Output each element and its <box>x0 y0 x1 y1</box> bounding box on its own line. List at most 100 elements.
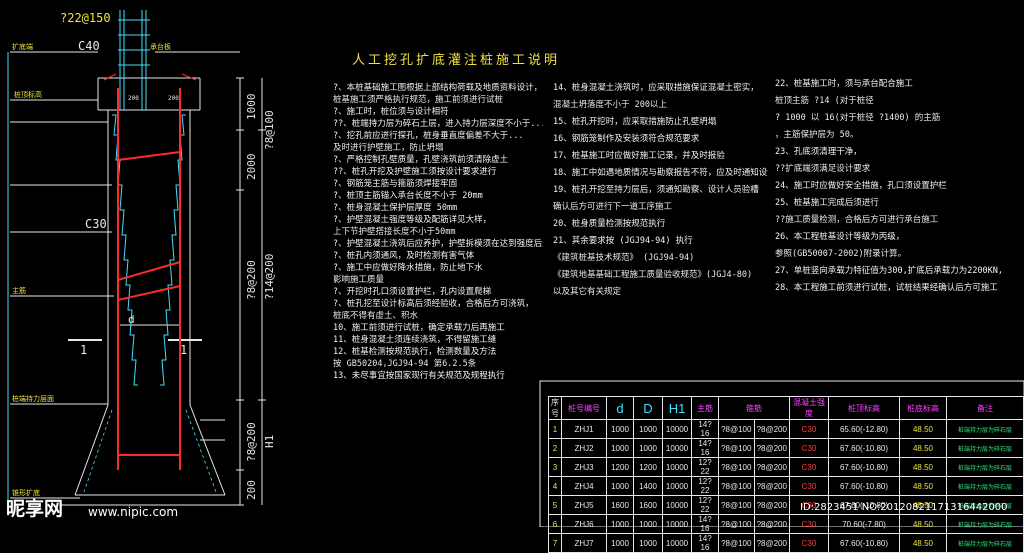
table-cell: ?8@200 <box>753 457 790 477</box>
table-cell: ?8@100 <box>718 438 755 458</box>
table-cell: 1000 <box>633 419 663 439</box>
table-cell: ?8@200 <box>753 476 790 496</box>
table-cell: 65.60(-12.80) <box>828 419 900 439</box>
table-cell: ?8@200 <box>753 495 790 515</box>
note-line: ?、本桩基础施工图根据上部结构荷载及地质资料设计， <box>333 83 543 93</box>
note-line: 以及其它有关规定 <box>553 287 622 297</box>
table-cell: 7 <box>548 533 562 553</box>
note-line: 桩底不得有虚土、积水 <box>333 311 419 321</box>
table-cell: 10000 <box>662 419 692 439</box>
col-D: D <box>633 396 663 420</box>
rebar-main-spec: ?14@200 <box>263 253 276 300</box>
note-line: 21、其余要求按 (JGJ94-94) 执行 <box>553 236 693 246</box>
table-cell: 1000 <box>633 438 663 458</box>
note-line: 《建筑桩基技术规范》 (JGJ94-94) <box>553 253 695 263</box>
notes-column-2: 14、桩身混凝土浇筑时，应采取措施保证混凝土密实， 混凝土坍落度不小于 200以… <box>553 80 768 301</box>
note-line: 13、未尽事宜按国家现行有关规范及规程执行 <box>333 371 505 381</box>
table-row: 4 ZHJ4 1000 1400 10000 12?22 ?8@100 ?8@200 C30 67… <box>548 476 1024 496</box>
note-line: ?、钢筋笼主筋与箍筋须焊接牢固 <box>333 179 458 189</box>
table-cell: ?8@200 <box>753 419 790 439</box>
table-cell: 1 <box>548 419 562 439</box>
table-cell: 6 <box>548 514 562 534</box>
table-row: 7 ZHJ7 1000 1000 10000 14?16 ?8@100 ?8@200 C30 67… <box>548 533 1024 553</box>
table-cell: C30 <box>789 514 829 534</box>
table-cell: 2 <box>548 438 562 458</box>
note-line: 25、桩基施工完成后须进行 <box>775 198 879 208</box>
col-concrete: 混凝土强度 <box>789 396 829 420</box>
note-line: 上下节护壁搭接长度不小于50mm <box>333 227 456 237</box>
table-cell: 5 <box>548 495 562 515</box>
note-line: 24、施工时应做好安全措施，孔口须设置护栏 <box>775 181 947 191</box>
note-line: 18、施工中如遇地质情况与勘察报告不符，应及时通知设计 <box>553 168 768 178</box>
col-stirrup: 箍筋 <box>718 396 790 420</box>
note-line: ??施工质量检测，合格后方可进行承台施工 <box>775 215 939 225</box>
bell-label: 锥形扩底 <box>12 489 40 497</box>
table-cell: ?8@100 <box>718 476 755 496</box>
note-line: ?、施工时，桩位须与设计相符 <box>333 107 449 117</box>
table-cell: 10000 <box>662 457 692 477</box>
table-cell: 桩端持力层为碎石层 <box>946 438 1024 458</box>
pile-top-label: 桩顶标高 <box>14 91 42 99</box>
table-cell: 1200 <box>633 457 663 477</box>
note-line: 19、桩孔开挖至持力层后，须通知勘察、设计人员验槽 <box>553 185 759 195</box>
cap-dim-200-left: 200 <box>128 95 139 102</box>
table-cell: ?8@100 <box>718 457 755 477</box>
note-line: 23、孔底须清理干净， <box>775 147 862 157</box>
table-row: 1 ZHJ1 1000 1000 10000 14?16 ?8@100 ?8@200 C30 65… <box>548 419 1024 439</box>
note-line: ??扩底端须满足设计要求 <box>775 164 871 174</box>
table-cell: C30 <box>789 476 829 496</box>
note-line: 16、钢筋笼制作及安装须符合规范要求 <box>553 134 700 144</box>
table-cell: 1000 <box>606 419 634 439</box>
table-cell: 桩端持力层为碎石层 <box>946 533 1024 553</box>
note-line: ?、挖孔前应进行探孔，桩身垂直度偏差不大于... <box>333 131 524 141</box>
pile-schedule-table: 序号 桩号编号 d D H1 主筋 箍筋 混凝土强度 桩顶标高 桩底标高 备注 … <box>548 396 1024 553</box>
table-cell: ?8@100 <box>718 514 755 534</box>
h1-label: H1 <box>263 434 276 448</box>
table-cell: 10000 <box>662 514 692 534</box>
table-cell: 10000 <box>662 495 692 515</box>
table-cell: 10000 <box>662 476 692 496</box>
watermark-url: www.nipic.com <box>88 505 179 519</box>
table-cell: C30 <box>789 533 829 553</box>
note-line: 27、单桩竖向承载力特征值为300,扩底后承载力为2200KN, <box>775 266 1004 276</box>
concrete-c30-label: C30 <box>85 217 107 231</box>
note-line: 10、施工前须进行试桩，确定承载力后再施工 <box>333 323 505 333</box>
note-line: ??、桩端持力层为碎石土层，进入持力层深度不小于... <box>333 119 543 129</box>
watermark-id: ID:2823451 NO:20120821171316442000 <box>800 502 1008 513</box>
main-rebar-label: 主筋 <box>12 287 26 295</box>
table-cell: 桩端持力层为碎石层 <box>946 514 1024 534</box>
note-line: 桩顶主筋 ?14 (对于桩径 <box>775 96 874 106</box>
note-line: 22、桩基施工时，须与承台配合施工 <box>775 79 913 89</box>
table-cell: 1200 <box>606 457 634 477</box>
table-cell: ?8@100 <box>718 495 755 515</box>
notes-column-1: ?、本桩基础施工图根据上部结构荷载及地质资料设计， 桩基施工须严格执行规范，施工… <box>333 82 543 382</box>
note-line: 14、桩身混凝土浇筑时，应采取措施保证混凝土密实， <box>553 83 759 93</box>
table-cell: 3 <box>548 457 562 477</box>
table-cell: 14?16 <box>691 419 719 439</box>
table-cell: ?8@200 <box>753 533 790 553</box>
table-cell: ?8@200 <box>753 514 790 534</box>
note-line: 桩基施工须严格执行规范，施工前须进行试桩 <box>333 95 504 105</box>
note-line: 20、桩身质量检测按规范执行 <box>553 219 666 229</box>
table-body: 1 ZHJ1 1000 1000 10000 14?16 ?8@100 ?8@200 C30 65… <box>548 419 1024 553</box>
note-line: 混凝土坍落度不小于 200以上 <box>553 100 667 110</box>
note-line: ?、开挖时孔口须设置护栏，孔内设置爬梯 <box>333 287 492 297</box>
table-header-row: 序号 桩号编号 d D H1 主筋 箍筋 混凝土强度 桩顶标高 桩底标高 备注 <box>548 396 1024 420</box>
table-cell: 48.50 <box>899 438 947 458</box>
table-cell: 1000 <box>606 476 634 496</box>
table-cell: 48.50 <box>899 514 947 534</box>
table-cell: 48.50 <box>899 476 947 496</box>
col-h1: H1 <box>662 396 692 420</box>
bearing-layer-label: 桩端持力层面 <box>12 395 54 403</box>
col-id: 桩号编号 <box>561 396 607 420</box>
table-cell: 1000 <box>606 533 634 553</box>
label-top-left: 扩底端 <box>12 43 33 51</box>
table-cell: ZHJ2 <box>561 438 607 458</box>
table-cell: 12?22 <box>691 476 719 496</box>
table-cell: 48.50 <box>899 457 947 477</box>
table-cell: 14?16 <box>691 533 719 553</box>
table-cell: 1000 <box>606 438 634 458</box>
note-line: 按 GB50204,JGJ94-94 第6.2.5条 <box>333 359 477 369</box>
table-cell: 4 <box>548 476 562 496</box>
table-cell: 67.60(-10.80) <box>828 438 900 458</box>
